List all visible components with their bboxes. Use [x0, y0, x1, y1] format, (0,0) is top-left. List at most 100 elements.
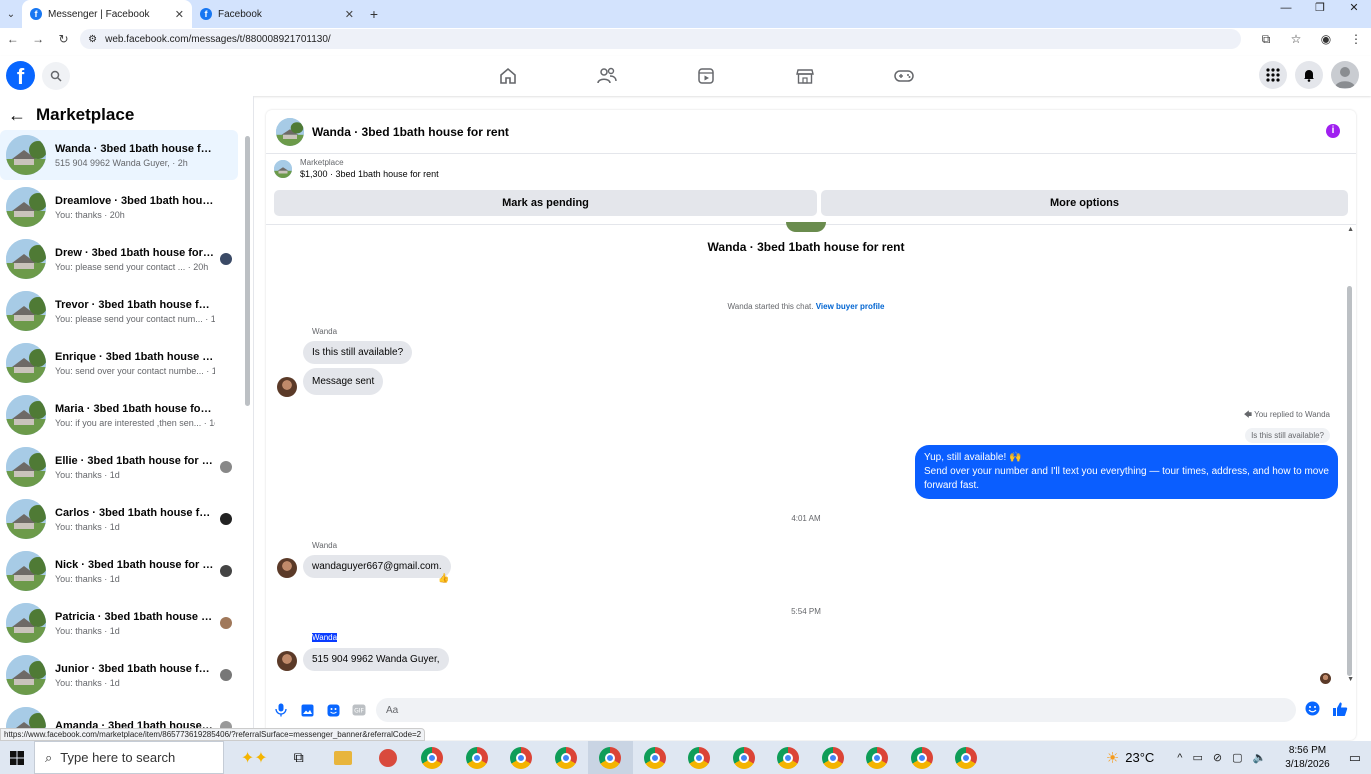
listing-thumbnail [6, 603, 46, 643]
menu-grid-button[interactable] [1259, 61, 1287, 89]
chrome-icon[interactable] [499, 741, 544, 774]
reload-icon[interactable]: ↻ [51, 32, 76, 46]
microphone-icon[interactable] [268, 703, 294, 717]
chrome-icon[interactable] [900, 741, 945, 774]
search-icon [50, 70, 62, 82]
task-view-icon[interactable]: ⧉ [277, 741, 322, 774]
incoming-message[interactable]: 515 904 9962 Wanda Guyer, [303, 648, 449, 671]
incoming-message[interactable]: Message sent [303, 368, 384, 395]
file-explorer-icon[interactable] [321, 741, 366, 774]
photo-icon[interactable] [294, 704, 320, 717]
chrome-icon[interactable] [811, 741, 856, 774]
gif-icon[interactable]: GIF [346, 704, 372, 716]
nav-gaming[interactable] [854, 56, 953, 96]
weather-widget[interactable]: ☀ 23°C [1106, 749, 1155, 767]
emoji-icon[interactable] [1305, 701, 1320, 719]
nav-home[interactable] [458, 56, 557, 96]
sender-avatar[interactable] [277, 377, 297, 397]
tab-messenger[interactable]: f Messenger | Facebook ✕ [22, 0, 192, 28]
conversation-item[interactable]: Carlos · 3bed 1bath house for ... You: th… [0, 494, 238, 544]
tab-facebook[interactable]: f Facebook ✕ [192, 0, 362, 28]
cast-icon[interactable]: ⧉ [1251, 32, 1281, 47]
notification-center-icon[interactable]: ▭ [1349, 750, 1361, 766]
chrome-icon[interactable] [855, 741, 900, 774]
conversation-item[interactable]: Junior · 3bed 1bath house for ... You: th… [0, 650, 238, 700]
notifications-button[interactable] [1295, 61, 1323, 89]
chrome-icon[interactable] [544, 741, 589, 774]
close-icon[interactable]: ✕ [345, 8, 354, 21]
user-avatar-icon [1335, 67, 1355, 88]
url-input[interactable]: ⚙ web.facebook.com/messages/t/8800089217… [80, 29, 1241, 49]
sender-avatar[interactable] [277, 558, 297, 578]
view-buyer-profile-link[interactable]: View buyer profile [816, 302, 885, 311]
scroll-down-icon[interactable]: ▼ [1347, 676, 1354, 683]
chrome-icon[interactable] [588, 741, 633, 774]
outgoing-message[interactable]: Yup, still available! 🙌 Send over your n… [915, 445, 1338, 499]
chrome-icon[interactable] [677, 741, 722, 774]
conversation-item[interactable]: Trevor · 3bed 1bath house for rent You: p… [0, 286, 238, 336]
taskbar-clock[interactable]: 8:56 PM 3/18/2026 [1285, 744, 1330, 772]
incoming-message[interactable]: wandaguyer667@gmail.com. [303, 555, 451, 578]
tab-search-chevron-icon[interactable]: ⌄ [0, 0, 22, 28]
chrome-icon[interactable] [455, 741, 500, 774]
sender-avatar[interactable] [277, 651, 297, 671]
scroll-up-icon[interactable]: ▲ [1347, 226, 1354, 233]
conversation-item[interactable]: Dreamlove · 3bed 1bath house f... You: th… [0, 182, 238, 232]
restore-icon[interactable]: ❐ [1303, 0, 1337, 16]
app-icon[interactable] [366, 741, 411, 774]
tray-chevron-up-icon[interactable]: ^ [1177, 752, 1182, 764]
taskbar-search-input[interactable]: ⌕ Type here to search [34, 741, 224, 774]
volume-icon[interactable]: 🔈 [1253, 751, 1267, 764]
back-icon[interactable]: ← [0, 32, 25, 46]
status-link-url: https://www.facebook.com/marketplace/ite… [0, 728, 426, 741]
chrome-icon[interactable] [766, 741, 811, 774]
copilot-sparkle-icon[interactable]: ✦✦ [232, 741, 277, 774]
chrome-icon[interactable] [722, 741, 767, 774]
conversation-item[interactable]: Maria · 3bed 1bath house for rent You: if… [0, 390, 238, 440]
nav-marketplace[interactable] [755, 56, 854, 96]
profile-icon[interactable]: ◉ [1311, 32, 1341, 47]
search-button[interactable] [42, 62, 70, 90]
sticker-icon[interactable] [320, 704, 346, 717]
nav-watch[interactable] [656, 56, 755, 96]
back-arrow-icon[interactable]: ← [8, 105, 26, 126]
conversation-item[interactable]: Drew · 3bed 1bath house for r... You: ple… [0, 234, 238, 284]
account-avatar[interactable] [1331, 61, 1359, 89]
minimize-icon[interactable]: — [1269, 0, 1303, 16]
message-input[interactable]: Aa [376, 698, 1296, 722]
incoming-message[interactable]: Is this still available? [303, 341, 413, 364]
chat-scrollbar[interactable] [1347, 286, 1352, 676]
close-window-icon[interactable]: ✕ [1337, 0, 1371, 16]
reaction-thumbs-up[interactable]: 👍 [438, 573, 449, 584]
battery-icon[interactable]: ▭ [1192, 751, 1202, 764]
forward-icon[interactable]: → [25, 32, 50, 46]
chrome-icon[interactable] [410, 741, 455, 774]
conversation-item[interactable]: Nick · 3bed 1bath house for re... You: th… [0, 546, 238, 596]
conversation-item[interactable]: Enrique · 3bed 1bath house for r... You: … [0, 338, 238, 388]
nav-friends[interactable] [557, 56, 656, 96]
info-icon[interactable]: i [1326, 124, 1340, 138]
network-icon[interactable]: ▢ [1232, 751, 1242, 764]
listing-banner[interactable]: Marketplace $1,300 · 3bed 1bath house fo… [274, 158, 439, 179]
conversation-item[interactable]: Wanda · 3bed 1bath house for r... 515 904… [0, 130, 238, 180]
chrome-icon[interactable] [944, 741, 989, 774]
windows-start-icon[interactable] [0, 750, 34, 765]
bookmark-star-icon[interactable]: ☆ [1281, 32, 1311, 47]
mark-as-pending-button[interactable]: Mark as pending [274, 190, 817, 216]
new-tab-button[interactable]: + [362, 0, 386, 28]
notifications-muted-icon[interactable]: ⊘ [1213, 751, 1222, 764]
facebook-logo-icon[interactable]: f [6, 61, 35, 90]
reply-quote[interactable]: Is this still available? [1245, 428, 1330, 443]
chrome-icon[interactable] [633, 741, 678, 774]
main-nav [458, 56, 953, 96]
sidebar-scrollbar[interactable] [245, 136, 250, 406]
chat-title[interactable]: Wanda · 3bed 1bath house for rent [312, 125, 509, 139]
listing-thumbnail[interactable] [276, 117, 304, 146]
like-thumb-icon[interactable] [1332, 701, 1348, 720]
more-options-button[interactable]: More options [821, 190, 1348, 216]
conversation-item[interactable]: Patricia · 3bed 1bath house fo... You: th… [0, 598, 238, 648]
close-icon[interactable]: ✕ [175, 8, 184, 21]
conversation-item[interactable]: Ellie · 3bed 1bath house for rent You: th… [0, 442, 238, 492]
site-info-icon[interactable]: ⚙ [88, 34, 97, 45]
browser-menu-icon[interactable]: ⋮ [1341, 32, 1371, 47]
